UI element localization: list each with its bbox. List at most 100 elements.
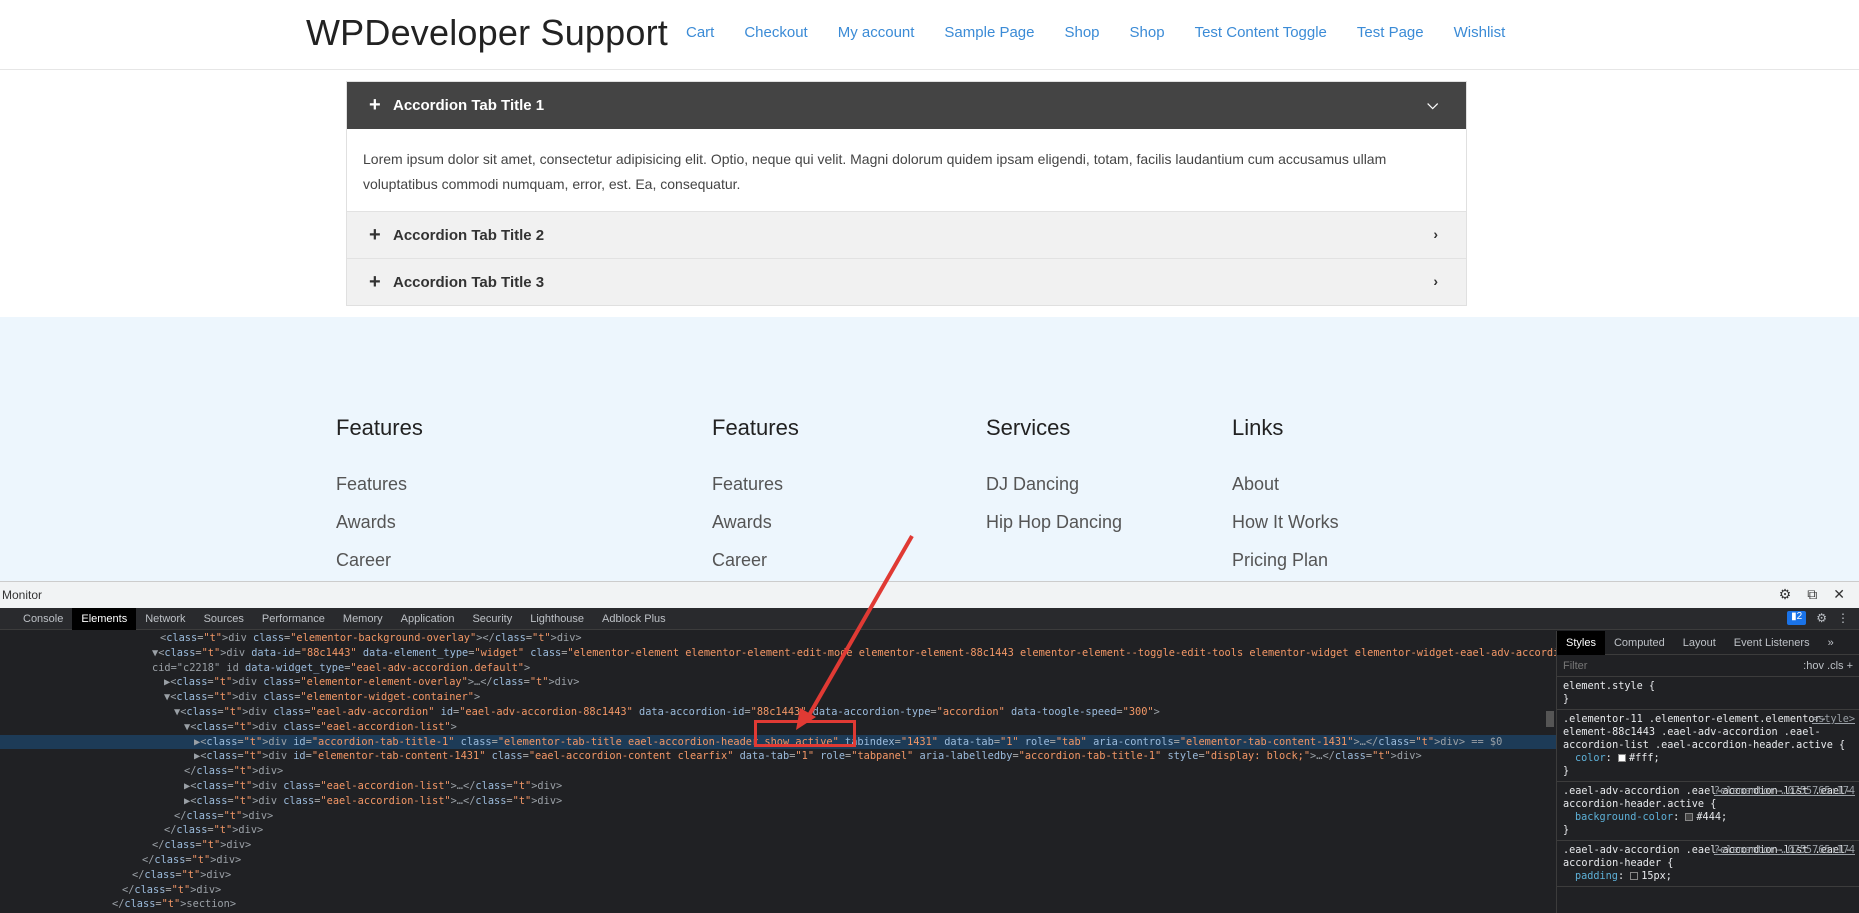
rule-source-link[interactable]: ?elementor-…0755765:174: [1714, 785, 1855, 798]
dom-node-line[interactable]: ▼<class="t">div class="elementor-widget-…: [0, 690, 1556, 705]
footer-link[interactable]: Career: [712, 549, 799, 572]
tab-memory[interactable]: Memory: [334, 608, 392, 630]
dom-node-line[interactable]: </class="t">div>: [0, 853, 1556, 868]
dom-node-line[interactable]: ▶<class="t">div id="elementor-tab-conten…: [0, 749, 1556, 764]
tab-sources[interactable]: Sources: [195, 608, 253, 630]
css-rules: element.style {} <style> .elementor-11 .el…: [1557, 677, 1859, 887]
accordion-tab-3[interactable]: + Accordion Tab Title 3 ›: [347, 258, 1466, 305]
nav-item-wishlist[interactable]: Wishlist: [1454, 24, 1506, 41]
filter-input[interactable]: Filter: [1563, 660, 1587, 672]
css-property[interactable]: color: #fff;: [1563, 752, 1853, 765]
dom-node-line[interactable]: ▼<class="t">div class="eael-adv-accordio…: [0, 705, 1556, 720]
styles-filter: Filter :hov .cls +: [1557, 655, 1859, 677]
dom-node-line[interactable]: ▶<class="t">div class="elementor-element…: [0, 675, 1556, 690]
devtools-window-controls: ⚙ ⧉ ✕: [1779, 586, 1845, 603]
filter-tools[interactable]: :hov .cls +: [1803, 660, 1853, 672]
tab-network[interactable]: Network: [136, 608, 194, 630]
dom-node-line[interactable]: </class="t">div>: [0, 883, 1556, 898]
rule-close: }: [1563, 825, 1570, 836]
screenshot-root: WPDeveloper Support Cart Checkout My acc…: [0, 0, 1859, 913]
footer-link[interactable]: Awards: [336, 511, 423, 534]
css-property[interactable]: background-color: #444;: [1563, 811, 1853, 824]
site-header: WPDeveloper Support Cart Checkout My acc…: [0, 0, 1859, 70]
tab-security[interactable]: Security: [463, 608, 521, 630]
footer-link[interactable]: Pricing Plan: [1232, 549, 1339, 572]
css-rule[interactable]: ?elementor-…0755765:174 .eael-adv-accordi…: [1557, 841, 1859, 887]
nav-item-checkout[interactable]: Checkout: [744, 24, 807, 41]
nav-item-shop[interactable]: Shop: [1064, 24, 1099, 41]
tab-event-listeners[interactable]: Event Listeners: [1725, 631, 1819, 655]
plus-icon: +: [369, 223, 381, 246]
nav-item-cart[interactable]: Cart: [686, 24, 714, 41]
footer-link[interactable]: Awards: [712, 511, 799, 534]
nav-item-test-content-toggle[interactable]: Test Content Toggle: [1195, 24, 1327, 41]
dom-node-line[interactable]: </class="t">section>: [0, 897, 1556, 912]
more-options-icon[interactable]: ⋮: [1837, 611, 1849, 625]
footer-link[interactable]: How It Works: [1232, 511, 1339, 534]
css-rule[interactable]: element.style {}: [1557, 677, 1859, 710]
footer-column-features: Features Features Awards Career: [336, 415, 423, 587]
footer-link[interactable]: About: [1232, 473, 1339, 496]
tab-lighthouse[interactable]: Lighthouse: [521, 608, 593, 630]
footer-heading: Features: [336, 415, 423, 440]
styles-sidebar: Styles Computed Layout Event Listeners »…: [1556, 631, 1859, 913]
tab-styles[interactable]: Styles: [1557, 631, 1605, 655]
dom-node-line[interactable]: </class="t">div>: [0, 838, 1556, 853]
footer-link[interactable]: Career: [336, 549, 423, 572]
site-title[interactable]: WPDeveloper Support: [306, 12, 668, 54]
more-tabs-icon[interactable]: »: [1819, 631, 1843, 655]
rule-close: }: [1563, 766, 1570, 777]
accordion-tab-2[interactable]: + Accordion Tab Title 2 ›: [347, 211, 1466, 258]
tab-layout[interactable]: Layout: [1674, 631, 1725, 655]
rule-source-link[interactable]: ?elementor-…0755765:174: [1714, 844, 1855, 857]
plus-icon: +: [369, 94, 381, 116]
nav-item-sample-page[interactable]: Sample Page: [944, 24, 1034, 41]
footer-link[interactable]: Hip Hop Dancing: [986, 511, 1122, 534]
dom-node-line[interactable]: </class="t">div>: [0, 809, 1556, 824]
footer-heading: Links: [1232, 415, 1284, 440]
footer-column-features-2: Features Features Awards Career: [712, 415, 799, 587]
devtools-title: Monitor: [2, 588, 43, 602]
dom-node-line[interactable]: </class="t">div>: [0, 823, 1556, 838]
css-property[interactable]: padding: 15px;: [1563, 870, 1853, 883]
accordion-tab-title: Accordion Tab Title 3: [393, 273, 545, 291]
close-icon[interactable]: ✕: [1833, 586, 1845, 603]
dom-node-line[interactable]: </class="t">div>: [0, 764, 1556, 779]
tab-application[interactable]: Application: [392, 608, 464, 630]
dock-icon[interactable]: ⧉: [1807, 586, 1817, 603]
dom-node-line[interactable]: ▶<class="t">div class="eael-accordion-li…: [0, 779, 1556, 794]
dom-node-line[interactable]: cid="c2218" id data-widget_type="eael-ad…: [0, 661, 1556, 676]
tab-computed[interactable]: Computed: [1605, 631, 1674, 655]
dom-node-line[interactable]: </class="t">div>: [0, 868, 1556, 883]
footer-column-services: Services DJ Dancing Hip Hop Dancing: [986, 415, 1122, 549]
settings-icon[interactable]: ⚙: [1816, 611, 1827, 625]
elements-dom-tree[interactable]: <class="t">div class="elementor-backgrou…: [0, 631, 1556, 913]
rule-selector: .elementor-11 .elementor-element.element…: [1563, 714, 1846, 751]
rule-source-link[interactable]: <style>: [1812, 713, 1855, 726]
issues-badge[interactable]: ▮2: [1787, 611, 1807, 625]
tab-performance[interactable]: Performance: [253, 608, 334, 630]
footer-link[interactable]: DJ Dancing: [986, 473, 1122, 496]
accordion-tab-1[interactable]: + Accordion Tab Title 1 ⌵: [347, 82, 1466, 129]
nav-item-my-account[interactable]: My account: [838, 24, 915, 41]
dom-scrollbar[interactable]: [1546, 711, 1554, 727]
footer-link[interactable]: Features: [336, 473, 423, 496]
css-rule[interactable]: ?elementor-…0755765:174 .eael-adv-accordi…: [1557, 782, 1859, 841]
devtools-toolbar-right: ▮2 ⚙ ⋮: [1787, 611, 1849, 625]
nav-item-shop-2[interactable]: Shop: [1130, 24, 1165, 41]
dom-node-line[interactable]: ▶<class="t">div class="eael-accordion-li…: [0, 794, 1556, 809]
nav-item-test-page[interactable]: Test Page: [1357, 24, 1424, 41]
dom-node-line[interactable]: <class="t">div class="elementor-backgrou…: [0, 631, 1556, 646]
dom-node-line[interactable]: ▼<class="t">div data-id="88c1443" data-e…: [0, 646, 1556, 661]
tab-elements[interactable]: Elements: [72, 607, 137, 630]
tab-adblock-plus[interactable]: Adblock Plus: [593, 608, 675, 630]
main-nav: Cart Checkout My account Sample Page Sho…: [686, 24, 1535, 41]
footer-heading: Features: [712, 415, 799, 440]
devtools-panel: Monitor ⚙ ⧉ ✕ Console Elements Network S…: [0, 581, 1859, 913]
gear-icon[interactable]: ⚙: [1779, 586, 1792, 603]
tab-console[interactable]: Console: [14, 608, 72, 630]
devtools-titlebar: Monitor ⚙ ⧉ ✕: [0, 581, 1859, 608]
rule-close: }: [1563, 694, 1570, 705]
footer-link[interactable]: Features: [712, 473, 799, 496]
css-rule[interactable]: <style> .elementor-11 .elementor-element.…: [1557, 710, 1859, 782]
